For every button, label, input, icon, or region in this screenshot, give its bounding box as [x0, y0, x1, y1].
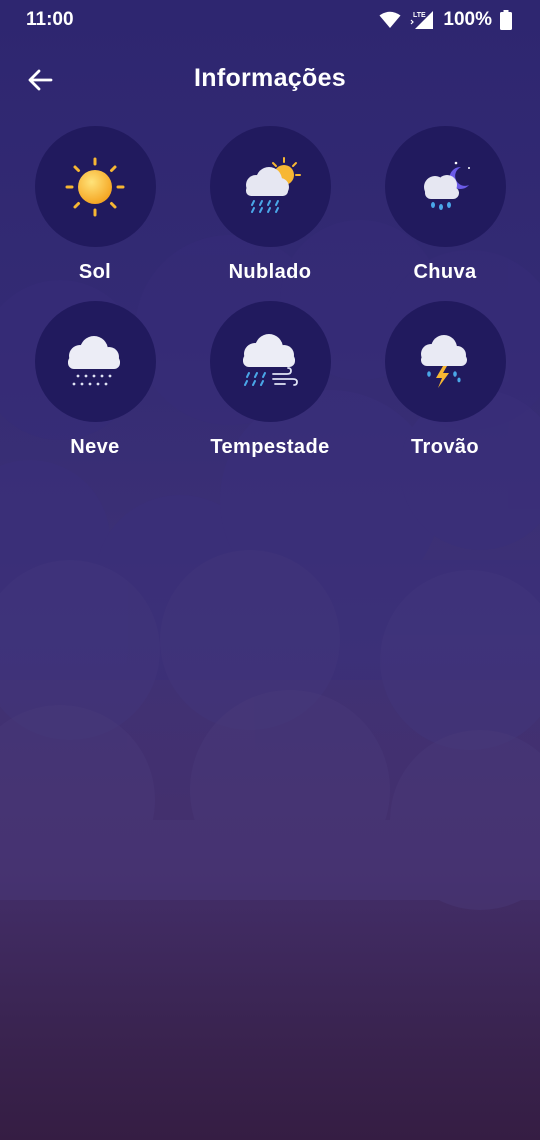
- network-type-label: LTE: [413, 12, 426, 19]
- battery-percentage: 100%: [443, 9, 492, 30]
- weather-icon-circle: [384, 126, 506, 247]
- weather-icon-circle: [34, 126, 156, 247]
- app-header: Informações: [0, 54, 540, 106]
- status-time: 11:00: [26, 9, 74, 30]
- partly-cloudy-rain-icon: [246, 156, 301, 213]
- cloud-moon-rain-icon: [424, 161, 470, 210]
- weather-icon-circle: [34, 301, 156, 422]
- weather-tile-chuva[interactable]: Chuva: [360, 126, 530, 284]
- cell-signal-icon: LTE: [410, 11, 434, 29]
- weather-label: Sol: [78, 261, 112, 283]
- weather-tile-tempestade[interactable]: Tempestade: [185, 301, 355, 459]
- weather-label: Trovão: [411, 436, 479, 458]
- weather-icon-circle: [384, 301, 506, 422]
- battery-icon: [500, 10, 512, 30]
- weather-tile-neve[interactable]: Neve: [10, 301, 180, 459]
- weather-label: Neve: [70, 436, 120, 458]
- weather-icon-circle: [209, 301, 331, 422]
- weather-tile-trovao[interactable]: Trovão: [360, 301, 530, 459]
- page-title: Informações: [194, 64, 346, 92]
- status-bar: 11:00 LTE 100%: [0, 0, 540, 40]
- snow-cloud-icon: [68, 335, 120, 385]
- storm-wind-icon: [243, 333, 298, 386]
- wifi-icon: [379, 11, 401, 28]
- weather-label: Chuva: [413, 261, 477, 283]
- weather-label: Nublado: [228, 261, 312, 283]
- weather-tile-nublado[interactable]: Nublado: [185, 126, 355, 284]
- weather-icon-circle: [209, 126, 331, 247]
- weather-tile-sol[interactable]: Sol: [10, 126, 180, 284]
- sun-icon: [65, 157, 125, 216]
- weather-label: Tempestade: [210, 436, 330, 458]
- status-icons: LTE 100%: [379, 9, 512, 31]
- thunder-icon: [421, 334, 467, 388]
